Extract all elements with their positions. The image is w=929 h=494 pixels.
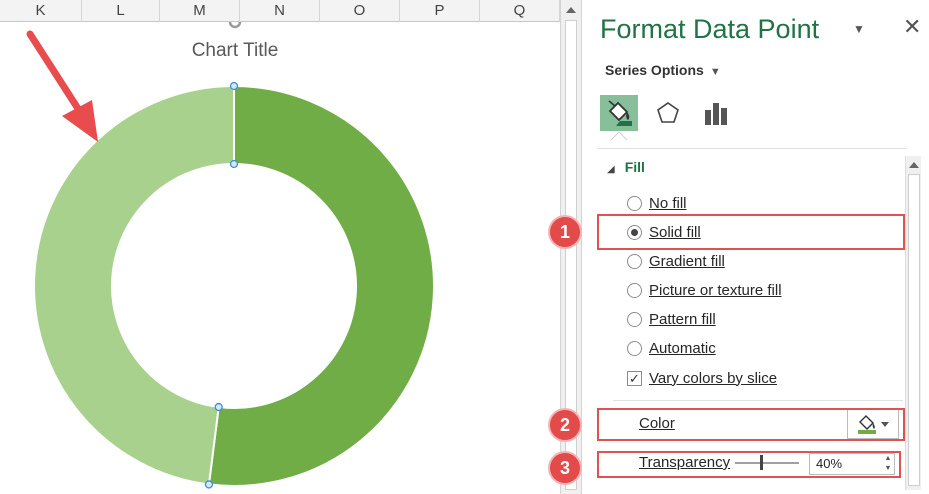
close-icon[interactable]: ✕: [903, 14, 921, 40]
fill-section-header[interactable]: ◢ Fill: [607, 159, 645, 175]
radio-label: Picture or texture fill: [649, 281, 782, 299]
radio-label: No fill: [649, 194, 687, 212]
checkbox-label: Vary colors by slice: [649, 369, 778, 387]
scroll-up-icon[interactable]: [564, 4, 578, 16]
pane-title: Format Data Point: [600, 14, 820, 44]
doughnut-slice-2[interactable]: [33, 84, 235, 486]
chevron-down-icon: ▼: [709, 66, 721, 78]
divider: [613, 400, 903, 401]
pane-options-dropdown-icon[interactable]: ▼: [853, 22, 865, 36]
tab-series-options[interactable]: [697, 95, 735, 131]
callout-box-solid-fill: [597, 214, 905, 250]
column-headers: K L M N O P Q: [0, 0, 560, 22]
radio-circle-icon[interactable]: [627, 282, 642, 298]
radio-automatic[interactable]: Automatic: [627, 337, 716, 359]
column-header-o[interactable]: O: [320, 0, 400, 22]
selection-handle[interactable]: [204, 480, 214, 489]
radio-circle-icon[interactable]: [627, 340, 642, 356]
annotation-arrow: [26, 30, 98, 142]
radio-gradient-fill[interactable]: Gradient fill: [627, 250, 725, 272]
fill-section-label: Fill: [624, 159, 645, 175]
radio-label: Pattern fill: [649, 310, 716, 328]
active-tab-pointer: [611, 131, 627, 141]
divider: [597, 148, 907, 149]
worksheet: K L M N O P Q Chart Title: [0, 0, 560, 494]
bar-chart-icon: [705, 103, 727, 125]
selection-handle[interactable]: [229, 159, 239, 169]
chart-title[interactable]: Chart Title: [150, 40, 320, 62]
series-options-dropdown[interactable]: Series Options ▼: [605, 62, 721, 78]
callout-box-color: [597, 408, 905, 441]
radio-pattern-fill[interactable]: Pattern fill: [627, 308, 716, 330]
selection-handle[interactable]: [214, 402, 223, 412]
callout-box-transparency: [597, 451, 901, 478]
scrollbar-thumb[interactable]: [908, 174, 920, 486]
pane-scrollbar[interactable]: [905, 156, 921, 490]
column-header-m[interactable]: M: [160, 0, 240, 22]
doughnut-slice-1[interactable]: [207, 84, 435, 487]
pentagon-icon: [657, 102, 679, 123]
scroll-up-icon[interactable]: [909, 160, 919, 170]
radio-picture-texture-fill[interactable]: Picture or texture fill: [627, 279, 782, 301]
series-options-label: Series Options: [605, 62, 704, 78]
radio-no-fill[interactable]: No fill: [627, 192, 687, 214]
radio-circle-icon[interactable]: [627, 195, 642, 211]
column-header-p[interactable]: P: [400, 0, 480, 22]
column-header-n[interactable]: N: [240, 0, 320, 22]
column-header-l[interactable]: L: [82, 0, 160, 22]
radio-circle-icon[interactable]: [627, 253, 642, 269]
paint-bucket-icon: [608, 100, 632, 126]
callout-badge-2: 2: [550, 410, 580, 440]
radio-circle-icon[interactable]: [627, 311, 642, 327]
checkmark-icon[interactable]: ✓: [627, 370, 642, 386]
radio-label: Automatic: [649, 339, 716, 357]
doughnut-chart[interactable]: [0, 22, 560, 494]
chart-area[interactable]: Chart Title: [0, 22, 560, 494]
callout-badge-3: 3: [550, 453, 580, 483]
chart-rotate-handle[interactable]: [228, 22, 242, 29]
format-data-point-pane: Format Data Point ▼ ✕ Series Options ▼ ◢ F…: [583, 0, 929, 494]
selection-handle[interactable]: [229, 81, 239, 91]
tab-fill-line[interactable]: [600, 95, 638, 131]
tab-effects[interactable]: [649, 95, 687, 131]
column-header-q[interactable]: Q: [480, 0, 560, 22]
column-header-k[interactable]: K: [0, 0, 82, 22]
checkbox-vary-colors[interactable]: ✓ Vary colors by slice: [627, 367, 777, 389]
collapse-triangle-icon: ◢: [607, 164, 615, 175]
radio-label: Gradient fill: [649, 252, 725, 270]
callout-badge-1: 1: [550, 217, 580, 247]
